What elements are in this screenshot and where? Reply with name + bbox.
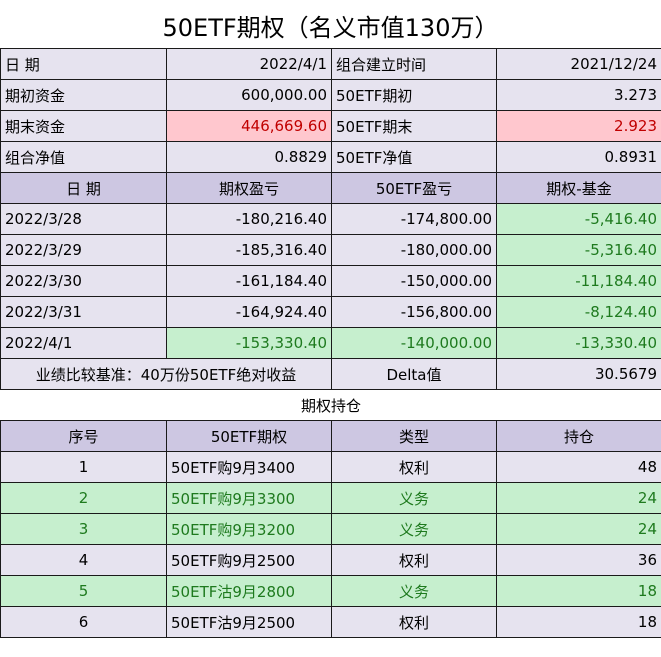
portfolio-sheet: 日 期 2022/4/1 组合建立时间 2021/12/24 期初资金 600,… (0, 48, 661, 638)
pnl-diff: -11,184.40 (496, 265, 661, 297)
summary-label: 日 期 (0, 48, 167, 80)
column-header: 50ETF盈亏 (331, 172, 497, 204)
pnl-date: 2022/3/29 (0, 234, 167, 266)
delta-label: Delta值 (331, 358, 497, 390)
summary-value-highlight: 2.923 (496, 110, 661, 142)
position-qty: 24 (496, 482, 661, 514)
summary-value: 0.8829 (166, 141, 332, 173)
pnl-etf: -140,000.00 (331, 327, 497, 359)
pnl-date: 2022/3/28 (0, 203, 167, 235)
table-row: 4 50ETF购9月2500 权利 36 (0, 544, 661, 576)
pnl-date: 2022/3/31 (0, 296, 167, 328)
benchmark-row: 业绩比较基准：40万份50ETF绝对收益 Delta值 30.5679 (0, 358, 661, 390)
pnl-option: -161,184.40 (166, 265, 332, 297)
positions-title-row: 期权持仓 (0, 389, 661, 421)
summary-label: 组合建立时间 (331, 48, 497, 80)
summary-value: 3.273 (496, 79, 661, 111)
position-name: 50ETF购9月3400 (166, 451, 332, 483)
column-header: 期权-基金 (496, 172, 661, 204)
pnl-etf: -174,800.00 (331, 203, 497, 235)
summary-row: 组合净值 0.8829 50ETF净值 0.8931 (0, 141, 661, 173)
position-no: 4 (0, 544, 167, 576)
position-type: 义务 (331, 513, 497, 545)
pnl-etf: -156,800.00 (331, 296, 497, 328)
position-qty: 18 (496, 575, 661, 607)
table-row: 2022/3/28 -180,216.40 -174,800.00 -5,416… (0, 203, 661, 235)
pnl-etf: -150,000.00 (331, 265, 497, 297)
summary-value: 600,000.00 (166, 79, 332, 111)
summary-value: 0.8931 (496, 141, 661, 173)
position-type: 义务 (331, 482, 497, 514)
summary-label: 50ETF净值 (331, 141, 497, 173)
position-name: 50ETF购9月3200 (166, 513, 332, 545)
pnl-header-row: 日 期 期权盈亏 50ETF盈亏 期权-基金 (0, 172, 661, 204)
table-row: 6 50ETF沽9月2500 权利 18 (0, 606, 661, 638)
position-type: 权利 (331, 451, 497, 483)
summary-label: 组合净值 (0, 141, 167, 173)
summary-label: 期末资金 (0, 110, 167, 142)
summary-row: 期初资金 600,000.00 50ETF期初 3.273 (0, 79, 661, 111)
pnl-option: -180,216.40 (166, 203, 332, 235)
position-no: 3 (0, 513, 167, 545)
position-qty: 24 (496, 513, 661, 545)
positions-header-row: 序号 50ETF期权 类型 持仓 (0, 420, 661, 452)
pnl-diff: -5,416.40 (496, 203, 661, 235)
position-name: 50ETF购9月3300 (166, 482, 332, 514)
position-qty: 18 (496, 606, 661, 638)
position-type: 权利 (331, 544, 497, 576)
position-no: 6 (0, 606, 167, 638)
benchmark-label: 业绩比较基准：40万份50ETF绝对收益 (0, 358, 332, 390)
pnl-option: -153,330.40 (166, 327, 332, 359)
pnl-diff: -5,316.40 (496, 234, 661, 266)
pnl-etf: -180,000.00 (331, 234, 497, 266)
pnl-diff: -13,330.40 (496, 327, 661, 359)
table-row: 2022/3/29 -185,316.40 -180,000.00 -5,316… (0, 234, 661, 266)
column-header: 期权盈亏 (166, 172, 332, 204)
summary-value-highlight: 446,669.60 (166, 110, 332, 142)
pnl-option: -185,316.40 (166, 234, 332, 266)
pnl-option: -164,924.40 (166, 296, 332, 328)
table-row: 2022/3/31 -164,924.40 -156,800.00 -8,124… (0, 296, 661, 328)
summary-label: 50ETF期初 (331, 79, 497, 111)
pnl-date: 2022/4/1 (0, 327, 167, 359)
position-no: 5 (0, 575, 167, 607)
position-no: 2 (0, 482, 167, 514)
position-no: 1 (0, 451, 167, 483)
position-name: 50ETF沽9月2500 (166, 606, 332, 638)
table-row: 3 50ETF购9月3200 义务 24 (0, 513, 661, 545)
position-name: 50ETF沽9月2800 (166, 575, 332, 607)
summary-label: 50ETF期末 (331, 110, 497, 142)
table-row: 2 50ETF购9月3300 义务 24 (0, 482, 661, 514)
summary-value: 2021/12/24 (496, 48, 661, 80)
pnl-diff: -8,124.40 (496, 296, 661, 328)
position-qty: 48 (496, 451, 661, 483)
table-row: 2022/3/30 -161,184.40 -150,000.00 -11,18… (0, 265, 661, 297)
pnl-date: 2022/3/30 (0, 265, 167, 297)
summary-row: 期末资金 446,669.60 50ETF期末 2.923 (0, 110, 661, 142)
column-header: 日 期 (0, 172, 167, 204)
position-name: 50ETF购9月2500 (166, 544, 332, 576)
column-header: 序号 (0, 420, 167, 452)
summary-value: 2022/4/1 (166, 48, 332, 80)
table-row: 5 50ETF沽9月2800 义务 18 (0, 575, 661, 607)
delta-value: 30.5679 (496, 358, 661, 390)
table-row: 2022/4/1 -153,330.40 -140,000.00 -13,330… (0, 327, 661, 359)
summary-label: 期初资金 (0, 79, 167, 111)
positions-title: 期权持仓 (0, 389, 661, 421)
position-type: 义务 (331, 575, 497, 607)
column-header: 类型 (331, 420, 497, 452)
position-qty: 36 (496, 544, 661, 576)
table-row: 1 50ETF购9月3400 权利 48 (0, 451, 661, 483)
position-type: 权利 (331, 606, 497, 638)
column-header: 持仓 (496, 420, 661, 452)
summary-row: 日 期 2022/4/1 组合建立时间 2021/12/24 (0, 48, 661, 80)
column-header: 50ETF期权 (166, 420, 332, 452)
sheet-title: 50ETF期权（名义市值130万） (0, 0, 661, 50)
